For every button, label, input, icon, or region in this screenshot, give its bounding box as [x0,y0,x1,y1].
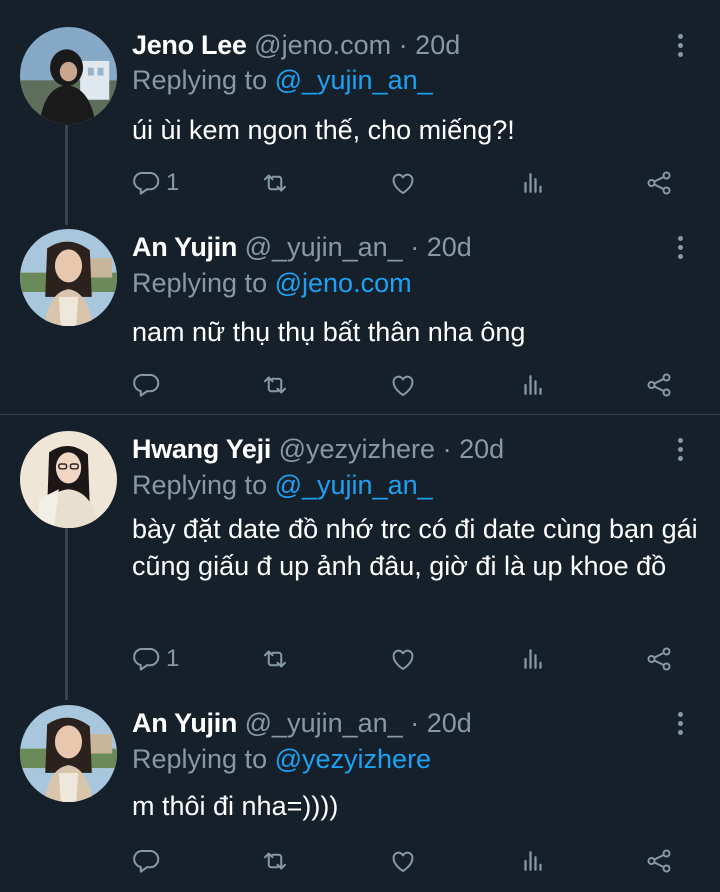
share-icon [647,849,671,873]
separator-dot: · [410,708,420,738]
avatar[interactable] [20,705,117,802]
retweet-icon [264,852,286,870]
stats-icon [524,851,542,871]
tweet-text: m thôi đi nha=)))) [132,791,339,821]
action-bar [132,844,682,878]
tweet[interactable]: An Yujin @_yujin_an_ · 20d Replying to @… [0,0,720,892]
avatar-image [20,705,117,802]
mention-link[interactable]: @yezyizhere [275,744,431,774]
stats-button[interactable] [518,844,548,878]
reply-button[interactable] [132,844,166,878]
share-button[interactable] [644,844,674,878]
replying-to-label: Replying to [132,744,268,774]
tweet-header: An Yujin @_yujin_an_ · 20d [132,706,472,740]
handle[interactable]: @_yujin_an_ [245,708,403,738]
timestamp[interactable]: 20d [427,708,472,738]
like-button[interactable] [388,844,418,878]
retweet-button[interactable] [260,844,290,878]
more-options-icon[interactable] [666,706,694,740]
display-name[interactable]: An Yujin [132,708,237,738]
replying-to: Replying to @yezyizhere [132,742,431,776]
reply-icon [133,849,160,873]
heart-icon [392,851,414,872]
